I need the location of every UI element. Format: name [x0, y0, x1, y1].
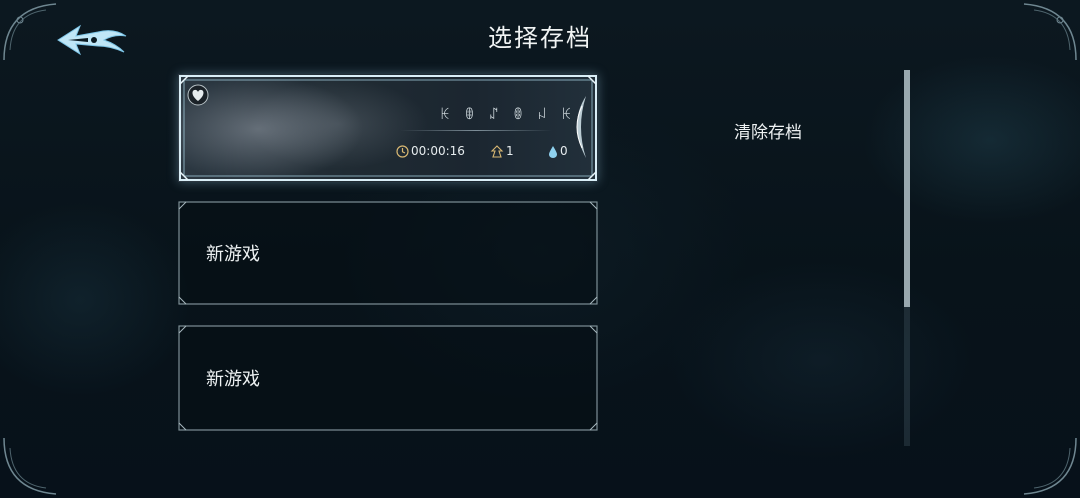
new-game-label: 新游戏 [206, 369, 260, 390]
save-slot-2[interactable]: 新游戏 [178, 201, 598, 305]
save-slot-1[interactable]: ꀘ ꂦ ꁴ ꂦ ꈤ ꀘ 00:00:16 1 0 [178, 74, 598, 182]
save-select-screen: 选择存档 ꀘ ꂦ ꁴ ꂦ ꈤ ꀘ 00:00:16 1 0 新游戏 新游戏 清除… [0, 0, 1080, 498]
clear-save-button[interactable]: 清除存档 [734, 118, 802, 143]
play-time-stat: 00:00:16 [396, 144, 465, 158]
new-game-label: 新游戏 [206, 244, 260, 265]
corner-ornament-bottom-left [3, 437, 57, 495]
geo-icon [490, 144, 504, 158]
page-title: 选择存档 [488, 24, 592, 52]
scroll-thumb[interactable] [904, 70, 910, 307]
save-name-glyphs: ꀘ ꂦ ꁴ ꂦ ꈤ ꀘ [440, 108, 577, 123]
heart-badge-icon [187, 84, 209, 106]
essence-icon [549, 145, 557, 158]
save-divider [400, 130, 552, 131]
geo-stat: 1 [490, 144, 514, 158]
corner-ornament-bottom-right [1023, 437, 1077, 495]
scrollbar[interactable] [904, 70, 910, 446]
clock-icon [396, 144, 409, 158]
geo-value: 1 [506, 144, 514, 158]
save-slot-3[interactable]: 新游戏 [178, 325, 598, 431]
selected-slot-frame [179, 75, 597, 181]
play-time-value: 00:00:16 [411, 144, 465, 158]
wing-emblem-icon [576, 96, 586, 158]
